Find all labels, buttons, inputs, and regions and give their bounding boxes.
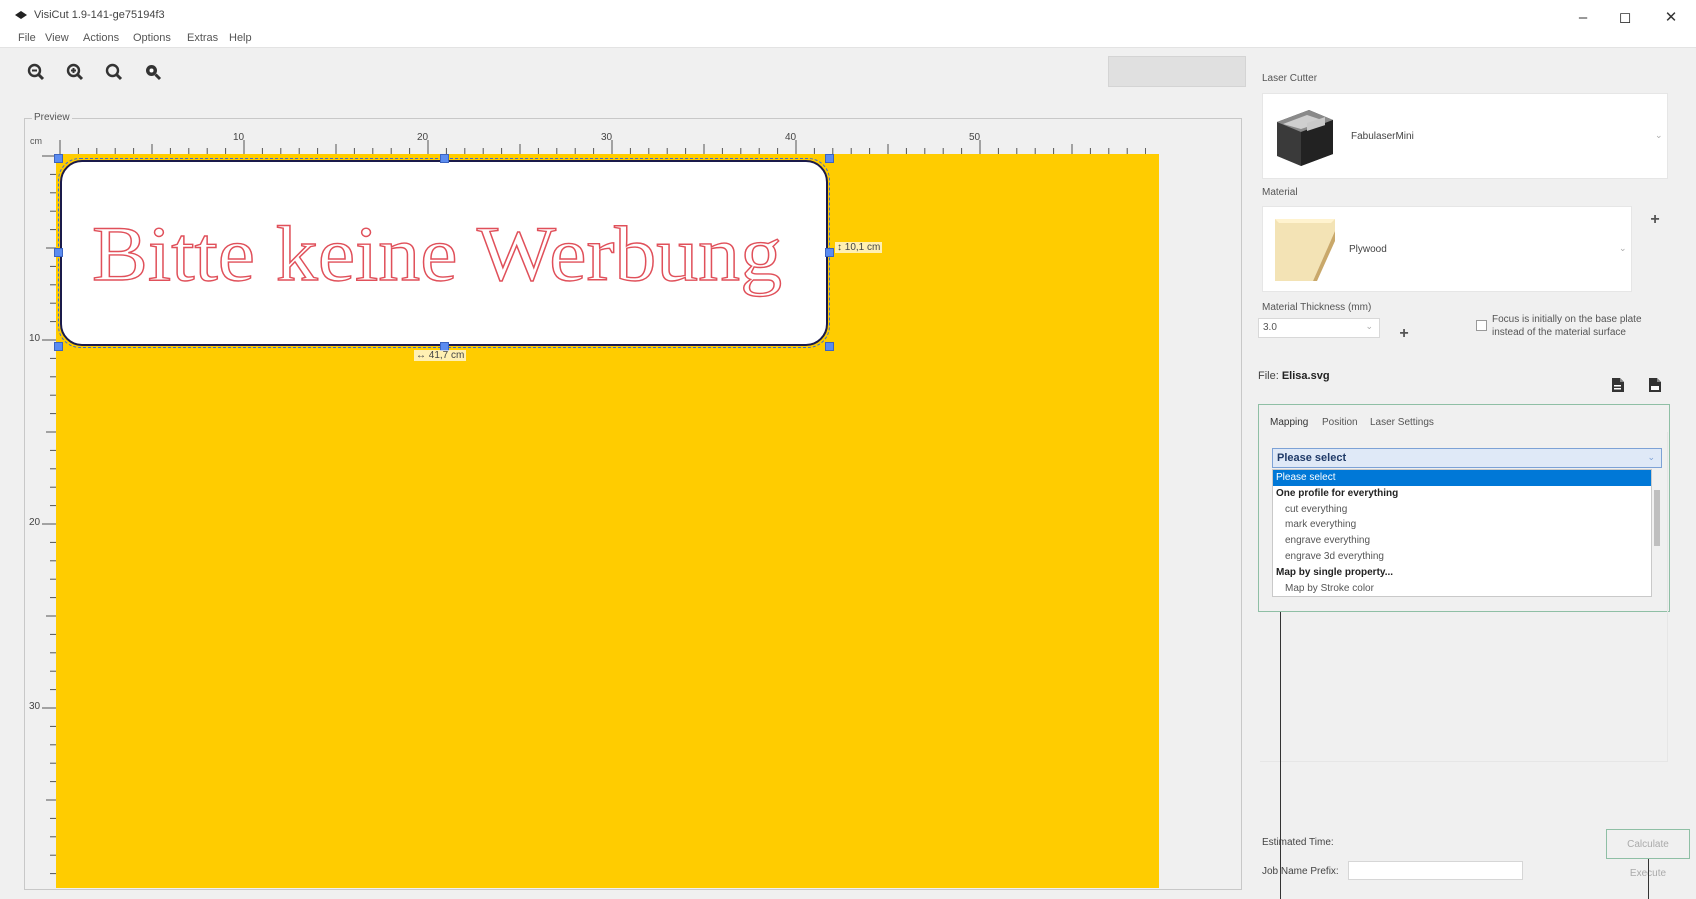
progress-area <box>1108 56 1246 87</box>
visicut-window: { "window": { "title": "VisiCut 1.9-141-… <box>0 0 1696 899</box>
material-select[interactable]: Plywood ⌄ <box>1262 206 1632 292</box>
document-save-icon <box>1649 378 1661 392</box>
mapping-option-stroke-color[interactable]: Map by Stroke color <box>1273 581 1651 596</box>
mapping-list-scroll-thumb[interactable] <box>1654 490 1660 546</box>
tab-laser-settings[interactable]: Laser Settings <box>1370 417 1434 428</box>
save-file-button[interactable] <box>1641 372 1669 398</box>
menu-options[interactable]: Options <box>133 32 171 44</box>
mapping-option-engrave-3d-everything[interactable]: engrave 3d everything <box>1273 549 1651 565</box>
mapping-group-one-profile: One profile for everything <box>1276 487 1399 499</box>
focus-checkbox[interactable] <box>1476 320 1487 331</box>
height-dimension-label: ↕ 10,1 cm <box>835 242 883 253</box>
mapping-option-cut-everything[interactable]: cut everything <box>1273 502 1651 518</box>
laser-cutter-label: Laser Cutter <box>1262 73 1318 84</box>
file-label: File: Elisa.svg <box>1258 370 1330 382</box>
ruler-left-label: 10 <box>29 333 41 344</box>
window-title-text: VisiCut 1.9-141-ge75194f3 <box>34 9 165 21</box>
zoom-fit-icon <box>105 63 123 81</box>
calculate-button[interactable]: Calculate <box>1606 829 1690 859</box>
zoom-out-icon <box>27 63 45 81</box>
resize-handle-bottom-left[interactable] <box>54 342 63 351</box>
zoom-reset-icon <box>146 65 162 81</box>
laser-cutter-select[interactable]: FabulaserMini ⌄ <box>1262 93 1668 179</box>
menu-bar: File View Actions Options Extras Help <box>0 29 1696 48</box>
add-thickness-button[interactable]: + <box>1393 323 1415 345</box>
thickness-value: 3.0 <box>1263 322 1277 333</box>
zoom-fit-button[interactable] <box>100 58 128 86</box>
tab-mapping[interactable]: Mapping <box>1270 417 1308 428</box>
zoom-out-button[interactable] <box>22 58 50 86</box>
mapping-select[interactable]: Please select ⌄ <box>1272 448 1662 468</box>
laser-cutter-machine-icon <box>1277 110 1333 166</box>
open-file-button[interactable] <box>1604 372 1632 398</box>
chevron-down-icon: ⌄ <box>1655 130 1663 140</box>
estimated-time-label: Estimated Time: <box>1262 837 1334 848</box>
mapping-dropdown-list: Please select One profile for everything… <box>1272 469 1652 597</box>
menu-view[interactable]: View <box>45 32 69 44</box>
material-value: Plywood <box>1349 244 1387 255</box>
job-prefix-label: Job Name Prefix: <box>1262 866 1339 877</box>
callout-line <box>1648 859 1649 899</box>
menu-file[interactable]: File <box>18 32 36 44</box>
ruler-left-label: 30 <box>29 701 41 712</box>
window-title: VisiCut 1.9-141-ge75194f3 <box>14 9 165 21</box>
ruler-top-label: 20 <box>417 132 429 143</box>
add-material-button[interactable]: + <box>1644 209 1666 231</box>
sign-text-outline: Bitte keine Werbung <box>92 209 783 297</box>
thickness-input[interactable]: 3.0 ⌄ <box>1258 318 1380 338</box>
zoom-reset-button[interactable] <box>139 58 167 86</box>
menu-extras[interactable]: Extras <box>187 32 218 44</box>
tab-position[interactable]: Position <box>1322 417 1358 428</box>
zoom-in-icon <box>66 63 84 81</box>
mapping-option-mark-everything[interactable]: mark everything <box>1273 517 1651 533</box>
focus-checkbox-label: Focus is initially on the base plate ins… <box>1492 314 1642 338</box>
visicut-logo-icon <box>15 11 27 19</box>
ruler-top-label: 30 <box>601 132 613 143</box>
menu-actions[interactable]: Actions <box>83 32 119 44</box>
ruler-top-label: 10 <box>233 132 245 143</box>
ruler-top-label: 50 <box>969 132 981 143</box>
resize-handle-left[interactable] <box>54 248 63 257</box>
document-icon <box>1612 378 1624 392</box>
file-prefix: File: <box>1258 370 1279 382</box>
resize-handle-top[interactable] <box>440 154 449 163</box>
mapping-selected-value: Please select <box>1277 452 1347 464</box>
chevron-down-icon: ⌄ <box>1619 243 1627 253</box>
resize-handle-bottom-right[interactable] <box>825 342 834 351</box>
preview-label: Preview <box>32 112 72 123</box>
callout-line <box>1280 612 1281 899</box>
chevron-down-icon: ⌄ <box>1365 321 1373 331</box>
menu-help[interactable]: Help <box>229 32 252 44</box>
sign-text: Bitte keine Werbung <box>92 210 782 297</box>
resize-handle-top-left[interactable] <box>54 154 63 163</box>
mapping-group-single-property: Map by single property... <box>1276 566 1394 578</box>
mapping-option-please-select[interactable]: Please select <box>1273 470 1651 486</box>
mapping-option-engrave-everything[interactable]: engrave everything <box>1273 533 1651 549</box>
file-name: Elisa.svg <box>1281 370 1330 382</box>
job-prefix-input[interactable] <box>1348 861 1523 880</box>
ruler-left-label: 20 <box>29 517 41 528</box>
ruler-unit-label: cm <box>30 136 42 146</box>
laser-cutter-value: FabulaserMini <box>1351 131 1414 142</box>
resize-handle-right[interactable] <box>825 248 834 257</box>
thickness-label: Material Thickness (mm) <box>1262 302 1372 313</box>
chevron-down-icon: ⌄ <box>1647 452 1655 462</box>
plywood-swatch-icon <box>1275 219 1335 281</box>
material-label: Material <box>1262 187 1298 198</box>
zoom-in-button[interactable] <box>61 58 89 86</box>
width-dimension-label: ↔ 41,7 cm <box>414 350 467 361</box>
ruler-top-label: 40 <box>785 132 797 143</box>
resize-handle-top-right[interactable] <box>825 154 834 163</box>
